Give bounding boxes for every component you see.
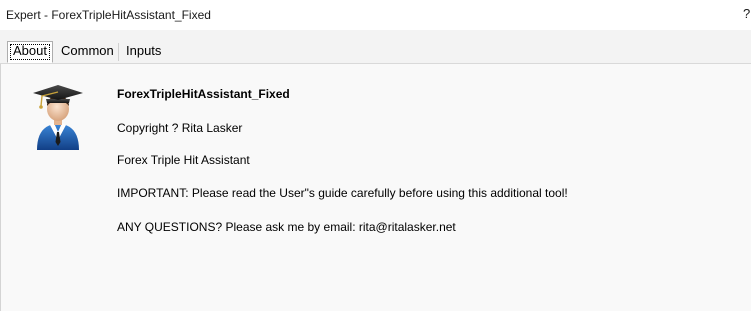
graduate-avatar-icon: [33, 85, 83, 150]
tab-about-label: About: [13, 43, 47, 58]
expert-properties-window: Expert - ForexTripleHitAssistant_Fixed ?…: [0, 0, 751, 311]
title-bar[interactable]: Expert - ForexTripleHitAssistant_Fixed ?: [0, 0, 751, 30]
tab-common-label: Common: [61, 43, 114, 58]
tab-about[interactable]: About: [7, 41, 53, 63]
tab-common[interactable]: Common: [57, 41, 118, 62]
window-left-border: [0, 64, 1, 311]
tab-separator: [118, 43, 119, 61]
expert-name: ForexTripleHitAssistant_Fixed: [117, 87, 290, 101]
window-title: Expert - ForexTripleHitAssistant_Fixed: [6, 8, 211, 22]
contact-text: ANY QUESTIONS? Please ask me by email: r…: [117, 220, 456, 234]
help-icon[interactable]: ?: [743, 6, 751, 21]
important-notice: IMPORTANT: Please read the User"s guide …: [117, 186, 568, 200]
copyright-text: Copyright ? Rita Lasker: [117, 121, 243, 135]
description-text: Forex Triple Hit Assistant: [117, 153, 250, 167]
tab-inputs-label: Inputs: [126, 43, 162, 58]
tab-inputs[interactable]: Inputs: [122, 41, 165, 62]
